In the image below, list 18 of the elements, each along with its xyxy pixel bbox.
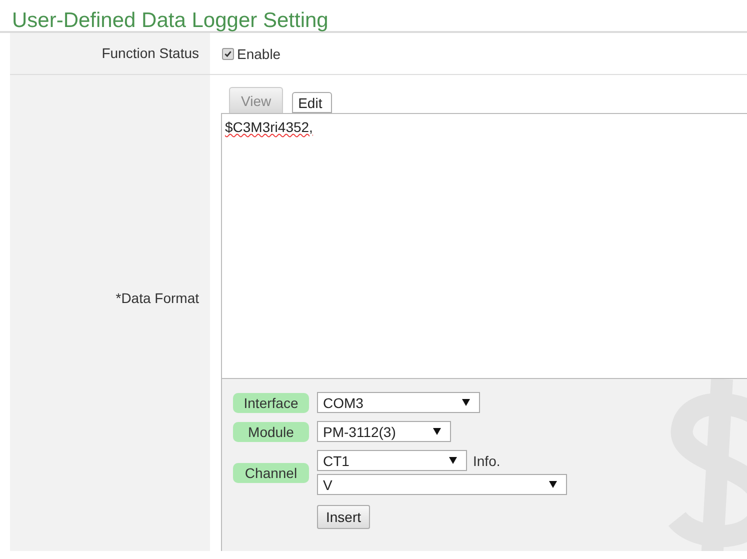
field-tag: Module (233, 422, 309, 442)
caret-icon (462, 399, 470, 406)
field-label: *Data Format (116, 290, 199, 306)
dropdown[interactable]: CT1 (317, 450, 467, 471)
insert-button[interactable]: Insert (317, 505, 370, 529)
dropdown[interactable]: V (317, 474, 567, 495)
dropdown[interactable]: COM3 (317, 392, 480, 413)
caret-icon (549, 481, 557, 488)
tab[interactable]: Edit (292, 92, 332, 113)
enable-checkbox[interactable] (222, 48, 234, 60)
info-label: Info. (473, 452, 500, 468)
checkbox-label: Enable (237, 46, 281, 62)
caret-icon (449, 457, 457, 464)
field-tag: Interface (233, 392, 309, 412)
dropdown[interactable]: PM-3112(3) (317, 421, 451, 442)
field-tag: Channel (233, 462, 309, 482)
field-label: Function Status (102, 45, 199, 61)
caret-icon (433, 428, 441, 435)
